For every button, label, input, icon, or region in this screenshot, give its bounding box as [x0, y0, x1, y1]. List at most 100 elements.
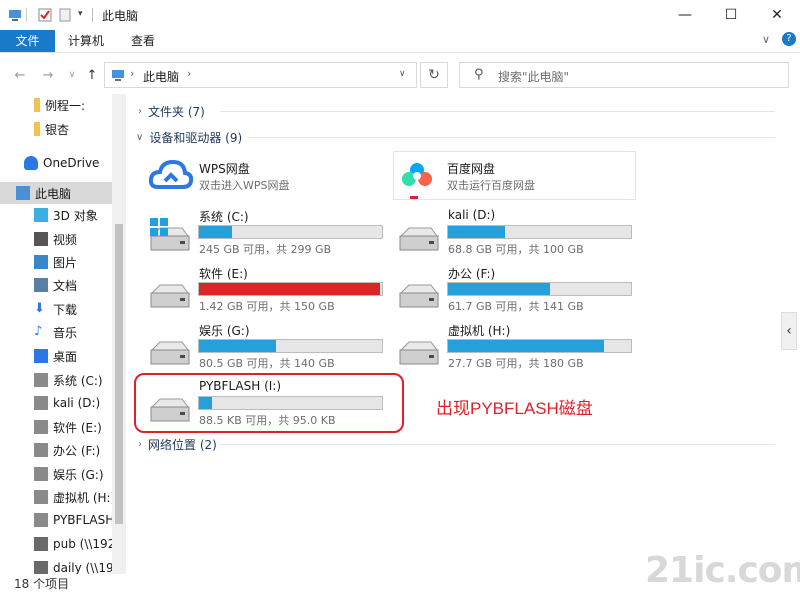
sidebar-item[interactable]: PYBFLASH: [0, 509, 112, 531]
drive-info: 27.7 GB 可用，共 180 GB: [448, 357, 584, 370]
tab-computer[interactable]: 计算机: [57, 30, 115, 52]
drive-icon: [150, 341, 190, 365]
search-input[interactable]: ⚲ 搜索"此电脑": [459, 62, 789, 88]
breadcrumb-chevron-icon[interactable]: ›: [130, 67, 134, 80]
sidebar-item-label: 3D 对象: [53, 208, 98, 223]
sidebar-item[interactable]: daily (\\19: [0, 557, 112, 574]
minimize-button[interactable]: —: [662, 0, 708, 30]
drive-usage-bar: [198, 225, 383, 239]
folder-icon: [34, 98, 40, 112]
sidebar-item[interactable]: kali (D:): [0, 392, 112, 414]
sidebar-item[interactable]: 此电脑: [0, 182, 112, 204]
group-network[interactable]: › 网络位置 (2): [138, 436, 217, 453]
back-arrow-icon[interactable]: ←: [10, 64, 30, 86]
drive-name: 系统 (C:): [199, 210, 249, 224]
forward-arrow-icon[interactable]: →: [38, 64, 58, 86]
annotation-highlight-box: [134, 373, 404, 433]
sidebar-item[interactable]: 系统 (C:): [0, 369, 112, 391]
drive-tile[interactable]: kali (D:) 68.8 GB 可用，共 100 GB: [395, 208, 635, 258]
sidebar-item[interactable]: ♪ 音乐: [0, 321, 112, 343]
drive-tile[interactable]: 软件 (E:) 1.42 GB 可用，共 150 GB: [146, 265, 386, 315]
sidebar-item[interactable]: ⬇ 下载: [0, 298, 112, 320]
help-icon[interactable]: ?: [782, 32, 796, 46]
sidebar-item[interactable]: 虚拟机 (H:): [0, 486, 112, 508]
group-folders-label: 文件夹 (7): [148, 105, 205, 119]
windows-logo-icon: [150, 218, 168, 236]
computer-icon: [9, 10, 21, 21]
sidebar-item-label: 文档: [53, 278, 78, 293]
app-name: 百度网盘: [447, 162, 496, 176]
new-folder-icon[interactable]: [58, 8, 72, 22]
drive-name: 软件 (E:): [199, 267, 248, 281]
drive-icon: [34, 490, 48, 504]
app-subtitle: 双击进入WPS网盘: [199, 179, 290, 192]
drive-icon: [34, 467, 48, 481]
drive-usage-bar: [447, 282, 632, 296]
drive-usage-fill: [199, 283, 381, 295]
sidebar-item-label: 办公 (F:): [53, 443, 101, 458]
sidebar-item[interactable]: 软件 (E:): [0, 416, 112, 438]
expand-ribbon-icon[interactable]: ∨: [762, 33, 770, 46]
cloud-icon: [24, 156, 38, 170]
refresh-button[interactable]: ↻: [420, 62, 448, 88]
expand-chevron-icon: ›: [138, 106, 142, 117]
tab-file[interactable]: 文件: [0, 30, 55, 52]
maximize-button[interactable]: ☐: [708, 0, 754, 30]
tab-view[interactable]: 查看: [118, 30, 168, 52]
sidebar-item[interactable]: 图片: [0, 251, 112, 273]
sidebar-item[interactable]: 银杏: [0, 118, 112, 140]
sidebar-scrollbar-thumb[interactable]: [115, 224, 123, 524]
drive-info: 68.8 GB 可用，共 100 GB: [448, 243, 584, 256]
group-folders[interactable]: › 文件夹 (7): [138, 103, 205, 120]
sidebar-item[interactable]: 文档: [0, 274, 112, 296]
group-devices[interactable]: ∨ 设备和驱动器 (9): [136, 129, 242, 146]
sidebar-item[interactable]: 视频: [0, 228, 112, 250]
drive-tile[interactable]: 虚拟机 (H:) 27.7 GB 可用，共 180 GB: [395, 322, 635, 372]
wps-drive-tile[interactable]: WPS网盘 双击进入WPS网盘: [145, 152, 385, 200]
wps-cloud-icon: [148, 159, 194, 189]
app-subtitle: 双击运行百度网盘: [447, 179, 535, 192]
sidebar-item-label: 音乐: [53, 325, 78, 340]
sidebar-scrollbar[interactable]: [112, 94, 126, 574]
sidebar-item[interactable]: 办公 (F:): [0, 439, 112, 461]
drive-info: 61.7 GB 可用，共 141 GB: [448, 300, 584, 313]
sidebar-item-label: 桌面: [53, 349, 78, 364]
cube-icon: [34, 208, 48, 222]
group-divider: [220, 111, 775, 112]
drive-info: 80.5 GB 可用，共 140 GB: [199, 357, 335, 370]
customize-toolbar-chevron-icon[interactable]: ▾: [78, 9, 83, 19]
drive-usage-bar: [447, 339, 632, 353]
sidebar-item[interactable]: 3D 对象: [0, 204, 112, 226]
sidebar-item-label: PYBFLASH: [53, 513, 112, 527]
drive-name: kali (D:): [448, 208, 496, 222]
sidebar-item[interactable]: 桌面: [0, 345, 112, 367]
drive-tile[interactable]: 系统 (C:) 245 GB 可用，共 299 GB: [146, 208, 386, 258]
details-pane-toggle[interactable]: ‹: [781, 312, 797, 350]
properties-icon[interactable]: [38, 8, 52, 22]
watermark-logo: 21ic.com: [645, 550, 800, 591]
drive-icon: [34, 420, 48, 434]
sidebar-item[interactable]: pub (\\192: [0, 533, 112, 555]
folder-icon: [34, 122, 40, 136]
refresh-icon: ↻: [428, 67, 440, 83]
drive-icon: [34, 373, 48, 387]
drive-icon: [34, 513, 48, 527]
breadcrumb-current[interactable]: 此电脑: [143, 68, 179, 85]
sidebar-item[interactable]: 例程一:: [0, 94, 112, 116]
baidu-drive-tile[interactable]: 百度网盘 双击运行百度网盘: [393, 151, 636, 200]
breadcrumb-chevron-icon[interactable]: ›: [187, 67, 191, 80]
sidebar-item-label: 软件 (E:): [53, 420, 102, 435]
group-devices-label: 设备和驱动器 (9): [149, 131, 243, 145]
sidebar-item[interactable]: 娱乐 (G:): [0, 463, 112, 485]
drive-usage-fill: [448, 283, 551, 295]
up-arrow-icon[interactable]: ↑: [82, 64, 102, 86]
close-button[interactable]: ✕: [754, 0, 800, 30]
search-icon: ⚲: [474, 67, 484, 82]
drive-tile[interactable]: 办公 (F:) 61.7 GB 可用，共 141 GB: [395, 265, 635, 315]
drive-tile[interactable]: 娱乐 (G:) 80.5 GB 可用，共 140 GB: [146, 322, 386, 372]
recent-locations-chevron-icon[interactable]: ∨: [62, 64, 82, 86]
address-bar[interactable]: › 此电脑 › ∨: [104, 62, 417, 88]
address-history-chevron-icon[interactable]: ∨: [399, 69, 406, 79]
sidebar-item[interactable]: OneDrive: [0, 152, 112, 174]
chevron-left-icon: ‹: [786, 323, 792, 339]
